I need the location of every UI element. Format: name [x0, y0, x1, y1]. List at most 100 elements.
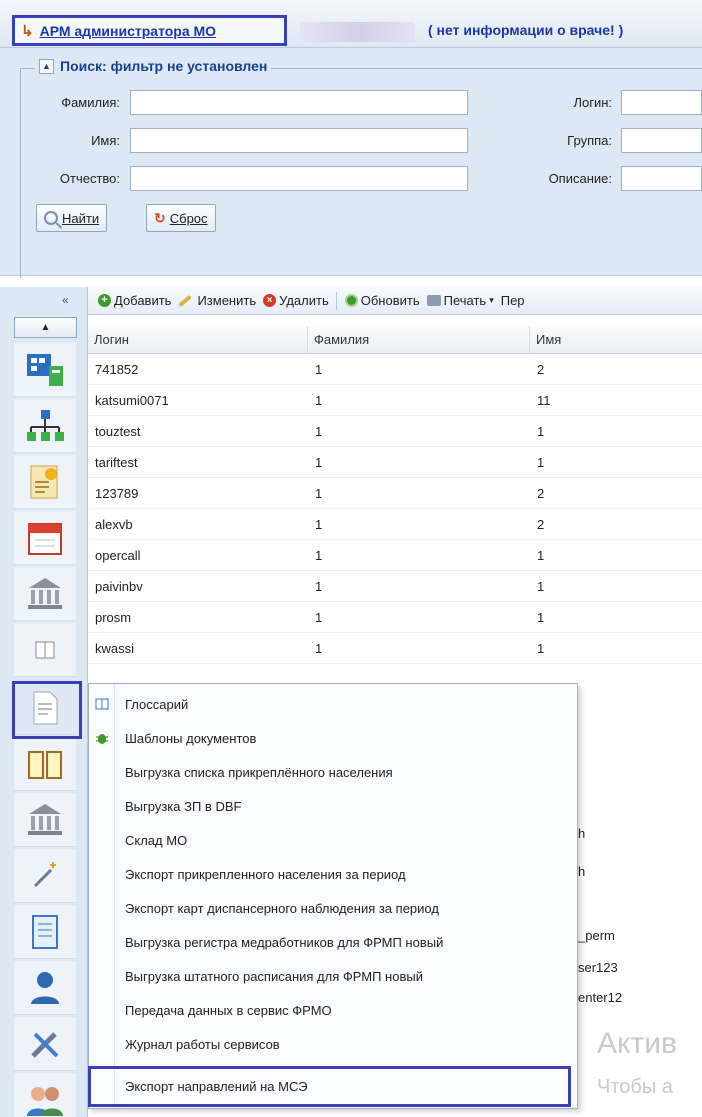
grid-header: Логин Фамилия Имя [88, 326, 702, 354]
delete-label: Удалить [279, 293, 329, 308]
print-button[interactable]: Печать ▾ [426, 293, 494, 308]
rail-scroll-up-button[interactable]: ▲ [14, 317, 77, 338]
cell-surname: 1 [315, 610, 323, 625]
activation-watermark-title: Актив [597, 1027, 677, 1060]
column-header-name[interactable]: Имя [530, 326, 702, 354]
user-icon[interactable] [14, 961, 76, 1015]
blurred-user-name [300, 22, 415, 42]
book-small-icon[interactable] [14, 623, 76, 677]
partial-cell: _perm [578, 928, 615, 943]
cell-name: 2 [537, 362, 545, 377]
edit-button[interactable]: Изменить [178, 293, 256, 308]
tools-icon[interactable] [14, 1017, 76, 1071]
cell-surname: 1 [315, 486, 323, 501]
cell-surname: 1 [315, 517, 323, 532]
column-header-surname[interactable]: Фамилия [308, 326, 530, 354]
add-label: Добавить [114, 293, 172, 308]
patronymic-field[interactable] [130, 166, 468, 191]
menu-item-document-templates[interactable]: Шаблоны документов [89, 722, 577, 754]
menu-item-glossary[interactable]: Глоссарий [89, 688, 577, 720]
surname-field[interactable] [130, 90, 468, 115]
cell-surname: 1 [315, 424, 323, 439]
find-button[interactable]: Найти [36, 204, 108, 232]
description-label: Описание: [548, 171, 612, 186]
more-button[interactable]: Пер [501, 293, 525, 308]
cell-name: 1 [537, 455, 545, 470]
collapse-search-button[interactable]: ▲ [39, 58, 54, 74]
cell-name: 2 [537, 486, 545, 501]
cell-login: alexvb [95, 517, 133, 532]
menu-item-label: Глоссарий [125, 696, 189, 712]
menu-item-export-attached-population[interactable]: Экспорт прикрепленного населения за пери… [89, 858, 577, 890]
toolbar-separator [335, 291, 337, 310]
patronymic-label: Отчество: [59, 171, 120, 186]
partial-cell: h [578, 826, 586, 841]
menu-item-label: Экспорт карт диспансерного наблюдения за… [125, 900, 439, 916]
cell-surname: 1 [315, 362, 323, 377]
column-header-login[interactable]: Логин [88, 326, 308, 354]
menu-item-services-log[interactable]: Журнал работы сервисов [89, 1028, 577, 1060]
reset-button[interactable]: ↻ Сброс [146, 204, 216, 232]
refresh-button[interactable]: Обновить [344, 293, 420, 308]
book-icon[interactable] [14, 737, 76, 791]
cell-login: prosm [95, 610, 132, 625]
menu-item-warehouse[interactable]: Склад МО [89, 824, 577, 856]
menu-item-label: Шаблоны документов [125, 730, 257, 746]
cell-surname: 1 [315, 641, 323, 656]
name-field[interactable] [130, 128, 468, 153]
cell-surname: 1 [315, 393, 323, 408]
refresh-label: Обновить [360, 293, 420, 308]
cell-name: 1 [537, 424, 545, 439]
edit-label: Изменить [197, 293, 257, 308]
doctor-info: ( нет информации о враче! ) [428, 22, 624, 38]
calendar-icon[interactable] [14, 511, 76, 565]
cell-name: 1 [537, 579, 545, 594]
add-button[interactable]: + Добавить [98, 293, 171, 308]
login-field[interactable] [621, 90, 702, 115]
reset-button-label: Сброс [169, 210, 208, 226]
menu-item-label: Выгрузка списка прикреплённого населения [125, 764, 393, 780]
wand-icon[interactable] [14, 849, 76, 903]
chevron-down-icon: ▾ [489, 295, 494, 305]
menu-item-staff-schedule-upload[interactable]: Выгрузка штатного расписания для ФРМП но… [89, 960, 577, 992]
menu-item-label: Выгрузка регистра медработников для ФРМП… [125, 934, 444, 950]
app-title-link[interactable]: АРМ администратора МО [40, 23, 217, 39]
printer-icon [426, 295, 441, 306]
users-group-icon[interactable] [14, 1073, 76, 1117]
certificate-icon[interactable] [14, 455, 76, 509]
hierarchy-icon[interactable] [14, 399, 76, 453]
bank-icon[interactable] [14, 567, 76, 621]
search-icon [44, 211, 58, 225]
cell-name: 1 [537, 548, 545, 563]
context-menu: Глоссарий Шаблоны документов Выгрузка сп… [88, 683, 578, 1109]
cell-login: kwassi [95, 641, 135, 656]
collapse-rail-button[interactable]: « [62, 293, 69, 307]
menu-item-attached-population-upload[interactable]: Выгрузка списка прикреплённого населения [89, 756, 577, 788]
grid-toolbar: + Добавить Изменить × Удалить Обновить П… [88, 287, 702, 315]
name-label: Имя: [91, 133, 120, 148]
menu-item-export-dispensary-cards[interactable]: Экспорт карт диспансерного наблюдения за… [89, 892, 577, 924]
print-label: Печать [443, 293, 487, 308]
reset-icon: ↻ [154, 209, 166, 226]
description-field[interactable] [621, 166, 702, 191]
cell-surname: 1 [315, 579, 323, 594]
partial-cell: enter12 [578, 990, 623, 1005]
cell-login: 123789 [95, 486, 139, 501]
delete-button[interactable]: × Удалить [263, 293, 329, 308]
menu-item-salary-dbf-upload[interactable]: Выгрузка ЗП в DBF [89, 790, 577, 822]
notebook-icon[interactable] [14, 905, 76, 959]
cell-login: opercall [95, 548, 141, 563]
cell-login: paivinbv [95, 579, 143, 594]
structure-icon[interactable] [14, 343, 76, 397]
login-label: Логин: [573, 95, 612, 110]
search-legend: ▲ Поиск: фильтр не установлен [35, 58, 272, 74]
menu-item-medworkers-register-upload[interactable]: Выгрузка регистра медработников для ФРМП… [89, 926, 577, 958]
bank-icon-2[interactable] [14, 793, 76, 847]
group-field[interactable] [621, 128, 702, 153]
add-icon: + [98, 294, 111, 307]
pencil-icon [178, 294, 193, 307]
bug-icon [96, 734, 108, 744]
menu-item-frmo-transfer[interactable]: Передача данных в сервис ФРМО [89, 994, 577, 1026]
search-panel: ▲ Поиск: фильтр не установлен Фамилия: И… [0, 48, 702, 278]
app-title-highlight[interactable]: ↳ АРМ администратора МО [12, 15, 287, 46]
